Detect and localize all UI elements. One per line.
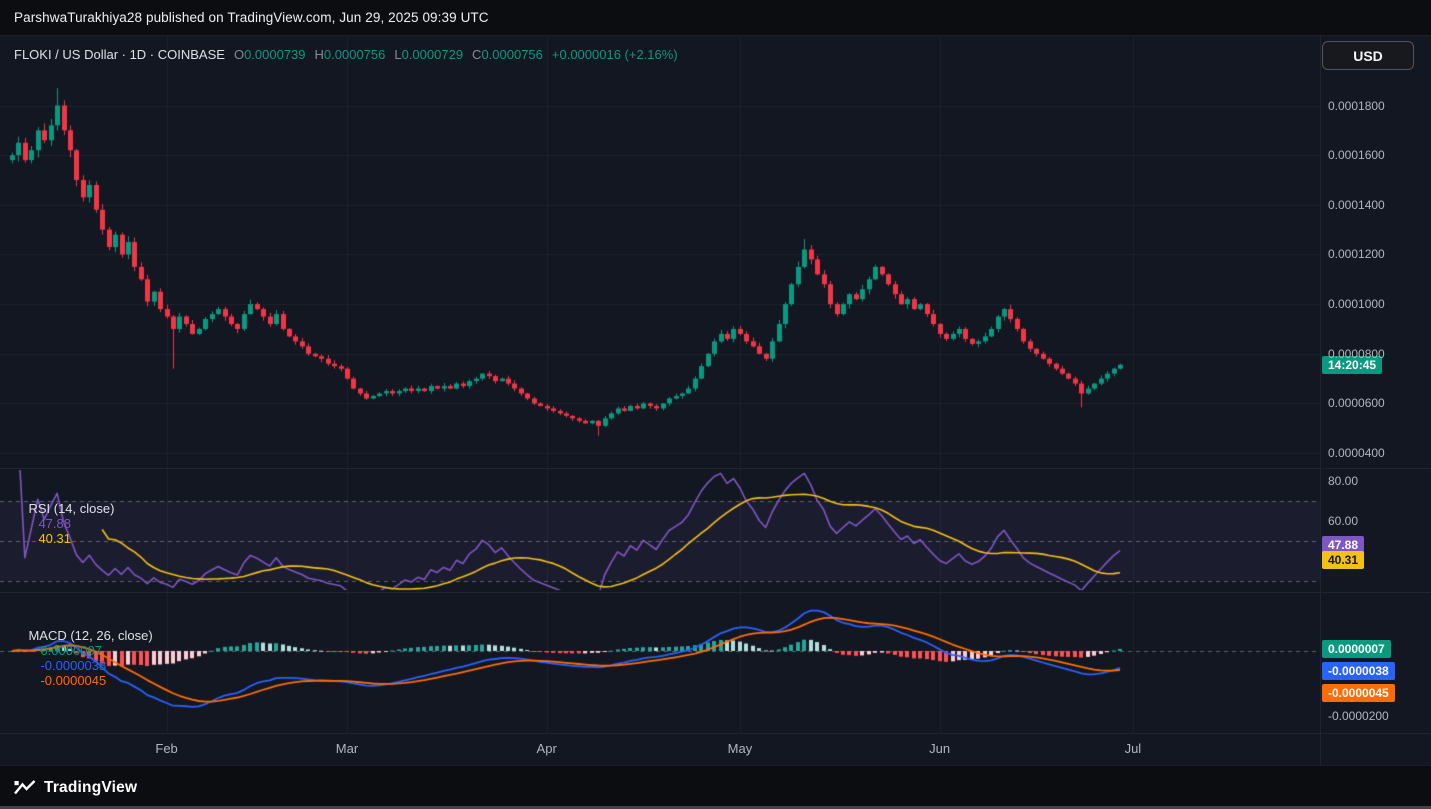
open-value: 0.0000739: [244, 47, 305, 62]
macd-signal-badge: -0.0000045: [1322, 684, 1395, 702]
price-axis-label: 0.0001000: [1328, 297, 1385, 311]
symbol-title: FLOKI / US Dollar · 1D · COINBASE: [14, 47, 225, 62]
time-axis-label: Apr: [537, 741, 557, 756]
macd-line-value: -0.0000038: [40, 658, 106, 673]
rsi-legend: RSI (14, close) 47.88 40.31: [14, 486, 114, 561]
time-axis[interactable]: Feb Mar Apr May Jun Jul: [0, 733, 1320, 765]
rsi-value: 47.88: [38, 516, 71, 531]
high-label: H: [315, 47, 324, 62]
tradingview-brand-text: TradingView: [44, 779, 137, 797]
macd-hist-badge: 0.0000007: [1322, 640, 1391, 658]
price-axis-label: 0.0001400: [1328, 198, 1385, 212]
time-axis-label: Jun: [929, 741, 950, 756]
macd-signal-value: -0.0000045: [40, 673, 106, 688]
attribution-text: ParshwaTurakhiya28 published on TradingV…: [14, 10, 489, 25]
rsi-axis-label: 80.00: [1328, 474, 1358, 488]
open-label: O: [234, 47, 244, 62]
price-axis-label: 0.0000800: [1328, 347, 1385, 361]
price-axis-label: 0.0001200: [1328, 247, 1385, 261]
chart-panes-canvas[interactable]: [0, 36, 1320, 733]
tradingview-logo-icon: [14, 780, 36, 795]
price-axis-label: 0.0000600: [1328, 396, 1385, 410]
macd-hist-value: 0.0000007: [40, 643, 101, 658]
low-value: 0.0000729: [402, 47, 463, 62]
macd-line-badge: -0.0000038: [1322, 662, 1395, 680]
time-axis-label: Feb: [155, 741, 177, 756]
pane-separator: [0, 468, 1431, 469]
time-axis-label: Mar: [336, 741, 358, 756]
rsi-ma-badge: 40.31: [1322, 551, 1364, 569]
tradingview-link[interactable]: TradingView: [14, 779, 137, 797]
tradingview-snapshot: ParshwaTurakhiya28 published on TradingV…: [0, 0, 1431, 809]
macd-title: MACD (12, 26, close): [28, 628, 152, 643]
attribution-bar: ParshwaTurakhiya28 published on TradingV…: [0, 0, 1431, 36]
time-axis-label: Jul: [1125, 741, 1142, 756]
macd-axis-label: -0.0000200: [1328, 709, 1389, 723]
footer-bar: TradingView: [0, 765, 1431, 809]
low-label: L: [394, 47, 401, 62]
close-label: C: [472, 47, 481, 62]
rsi-axis-label: 60.00: [1328, 514, 1358, 528]
main-legend: FLOKI / US Dollar · 1D · COINBASE O0.000…: [14, 47, 678, 62]
price-axis-label: 0.0001600: [1328, 148, 1385, 162]
pane-separator: [0, 592, 1431, 593]
time-axis-label: May: [728, 741, 753, 756]
price-axis-label: 0.0001800: [1328, 99, 1385, 113]
change-value: +0.0000016 (+2.16%): [552, 47, 678, 62]
price-axis[interactable]: 14:20:45 47.88 40.31 0.0000007 -0.000003…: [1320, 36, 1431, 733]
close-value: 0.0000756: [481, 47, 542, 62]
price-axis-label: 0.0000400: [1328, 446, 1385, 460]
macd-legend: MACD (12, 26, close) 0.0000007 -0.000003…: [14, 613, 153, 703]
high-value: 0.0000756: [324, 47, 385, 62]
rsi-title: RSI (14, close): [28, 501, 114, 516]
rsi-ma-value: 40.31: [38, 531, 71, 546]
